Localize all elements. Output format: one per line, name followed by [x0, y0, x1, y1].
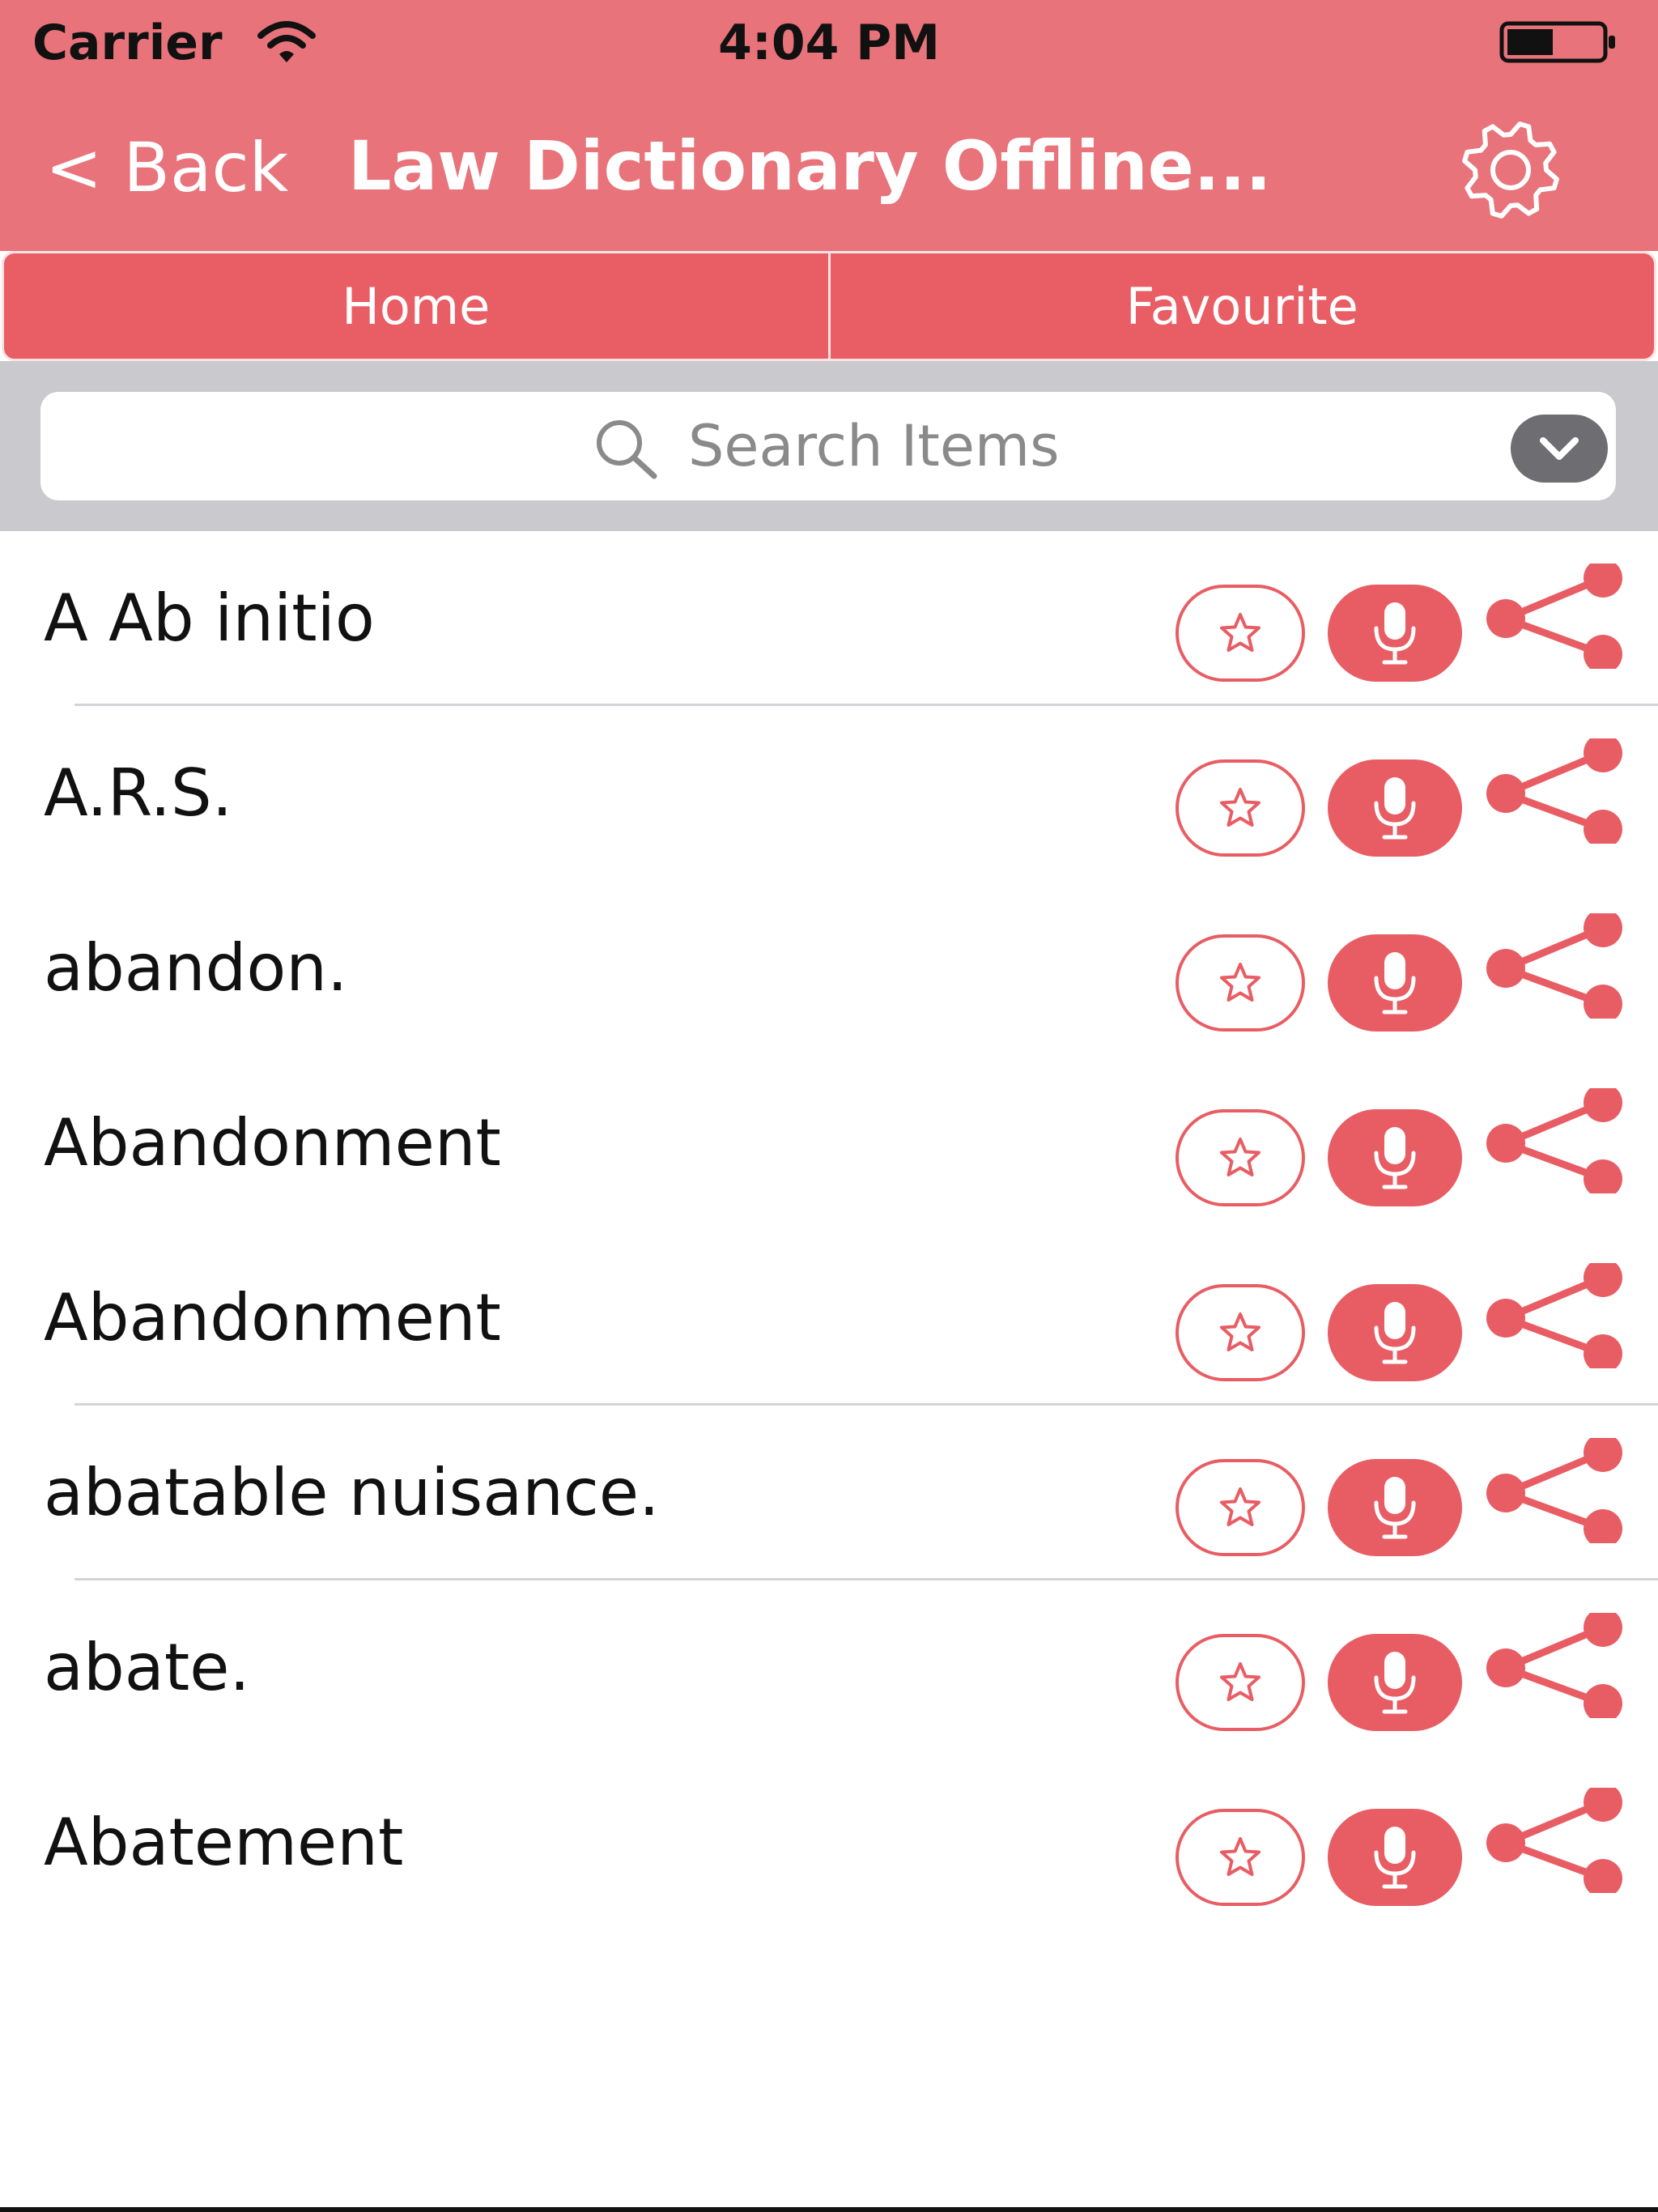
pronounce-button[interactable]: [1328, 1634, 1462, 1731]
back-label: Back: [123, 128, 289, 207]
microphone-icon: [1374, 602, 1416, 665]
term-label: A.R.S.: [44, 755, 233, 831]
star-icon: [1220, 963, 1261, 1002]
microphone-icon: [1374, 952, 1416, 1015]
favourite-button[interactable]: [1175, 1459, 1305, 1556]
gear-icon[interactable]: [1446, 113, 1575, 227]
search-options-button[interactable]: [1511, 415, 1608, 483]
favourite-button[interactable]: [1175, 1634, 1305, 1731]
favourite-button[interactable]: [1175, 759, 1305, 857]
share-icon[interactable]: [1485, 1788, 1622, 1893]
microphone-icon: [1374, 1302, 1416, 1364]
microphone-icon: [1374, 1652, 1416, 1714]
star-icon: [1220, 1662, 1261, 1701]
page-title: Law Dictionary Offline...: [348, 126, 1272, 206]
star-icon: [1220, 613, 1261, 652]
pronounce-button[interactable]: [1328, 1284, 1462, 1381]
term-list: A Ab initio A.R.S. abandon. Abandonment …: [0, 531, 1658, 1930]
share-icon[interactable]: [1485, 1263, 1622, 1368]
favourite-button[interactable]: [1175, 1109, 1305, 1206]
favourite-button[interactable]: [1175, 1809, 1305, 1906]
segmented-tabs: Home Favourite: [2, 251, 1656, 361]
star-icon: [1220, 788, 1261, 827]
app-header: Carrier 4:04 PM < Back Law Dictionary Of…: [0, 0, 1658, 251]
bottom-edge: [0, 2207, 1658, 2212]
share-icon[interactable]: [1485, 1613, 1622, 1718]
microphone-icon: [1374, 1827, 1416, 1889]
tab-favourite[interactable]: Favourite: [827, 253, 1655, 359]
list-item[interactable]: abatable nuisance.: [0, 1406, 1658, 1580]
pronounce-button[interactable]: [1328, 1109, 1462, 1206]
pronounce-button[interactable]: [1328, 585, 1462, 682]
pronounce-button[interactable]: [1328, 759, 1462, 857]
search-input[interactable]: [688, 408, 1417, 484]
share-icon[interactable]: [1485, 564, 1622, 669]
favourite-button[interactable]: [1175, 1284, 1305, 1381]
term-label: abandon.: [44, 930, 348, 1006]
battery-icon: [1499, 21, 1615, 63]
list-item[interactable]: A Ab initio: [0, 531, 1658, 706]
favourite-button[interactable]: [1175, 585, 1305, 682]
term-label: Abandonment: [44, 1280, 501, 1355]
back-button[interactable]: < Back: [45, 128, 288, 207]
share-icon[interactable]: [1485, 1088, 1622, 1193]
microphone-icon: [1374, 1477, 1416, 1539]
term-label: A Ab initio: [44, 581, 375, 656]
tab-home[interactable]: Home: [4, 253, 828, 359]
microphone-icon: [1374, 1127, 1416, 1189]
star-icon: [1220, 1837, 1261, 1876]
list-item[interactable]: Abatement: [0, 1755, 1658, 1930]
term-label: abatable nuisance.: [44, 1455, 660, 1530]
term-label: Abatement: [44, 1805, 404, 1880]
microphone-icon: [1374, 777, 1416, 840]
list-item[interactable]: Abandonment: [0, 1056, 1658, 1231]
list-item[interactable]: Abandonment: [0, 1231, 1658, 1406]
star-icon: [1220, 1487, 1261, 1526]
star-icon: [1220, 1312, 1261, 1351]
list-item[interactable]: abate.: [0, 1580, 1658, 1755]
share-icon[interactable]: [1485, 913, 1622, 1019]
chevron-left-icon: <: [45, 128, 103, 207]
term-label: abate.: [44, 1630, 250, 1705]
term-label: Abandonment: [44, 1105, 501, 1180]
list-item[interactable]: abandon.: [0, 881, 1658, 1056]
favourite-button[interactable]: [1175, 934, 1305, 1032]
navigation-bar: < Back Law Dictionary Offline...: [0, 89, 1658, 251]
pronounce-button[interactable]: [1328, 1809, 1462, 1906]
status-time: 4:04 PM: [718, 15, 940, 71]
list-item[interactable]: A.R.S.: [0, 706, 1658, 881]
share-icon[interactable]: [1485, 1438, 1622, 1543]
status-bar: Carrier 4:04 PM: [0, 0, 1658, 89]
search-field[interactable]: [40, 392, 1616, 500]
star-icon: [1220, 1138, 1261, 1176]
search-icon: [597, 420, 657, 479]
pronounce-button[interactable]: [1328, 934, 1462, 1032]
search-bar: [0, 361, 1658, 531]
chevron-down-icon: [1540, 437, 1579, 460]
pronounce-button[interactable]: [1328, 1459, 1462, 1556]
share-icon[interactable]: [1485, 738, 1622, 844]
